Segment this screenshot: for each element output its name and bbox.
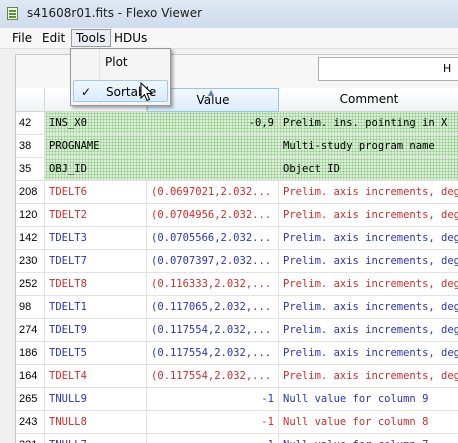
table-row[interactable]: 265 TNULL9 -1 Null value for column 9 <box>16 388 458 411</box>
value-cell[interactable]: (0.116333,2.032,... <box>147 273 279 295</box>
value-cell[interactable]: (0.117065,2.032,... <box>147 296 279 318</box>
comment-cell[interactable]: Prelim. axis increments, deg <box>279 273 458 295</box>
header-comment[interactable]: Comment <box>279 88 458 112</box>
value-cell[interactable]: (0.117554,2.032,... <box>147 342 279 364</box>
row-number-cell[interactable]: 38 <box>16 135 45 157</box>
comment-cell[interactable]: Null value for column 8 <box>279 411 458 433</box>
value-cell[interactable] <box>147 158 279 180</box>
row-number-cell[interactable]: 164 <box>16 365 45 387</box>
header-comment-label: Comment <box>339 92 399 106</box>
row-number-cell[interactable]: 186 <box>16 342 45 364</box>
comment-cell[interactable]: Prelim. axis increments, deg <box>279 250 458 272</box>
value-cell[interactable]: -1 <box>147 434 279 443</box>
value-cell[interactable]: -0,9 <box>147 112 279 134</box>
table-row[interactable]: 42 INS_X0 -0,9 Prelim. ins. pointing in X <box>16 112 458 135</box>
row-number-cell[interactable]: 142 <box>16 227 45 249</box>
table-row[interactable]: 221TNULL7-1Null value for column 7 <box>16 434 458 443</box>
value-cell[interactable]: -1 <box>147 411 279 433</box>
table-row[interactable]: 120 TDELT2 (0.0704956,2.032... Prelim. axis… <box>16 204 458 227</box>
comment-cell[interactable]: Prelim. ins. pointing in X <box>279 112 458 134</box>
value-cell[interactable] <box>147 135 279 157</box>
key-cell[interactable]: TDELT4 <box>45 365 147 387</box>
comment-cell[interactable]: Prelim. axis increments, deg <box>279 296 458 318</box>
comment-cell[interactable]: Prelim. axis increments, deg <box>279 204 458 226</box>
key-cell[interactable]: TDELT5 <box>45 342 147 364</box>
row-number-cell[interactable]: 265 <box>16 388 45 410</box>
spreadsheet-icon <box>7 7 18 20</box>
menu-bar: File Edit Tools HDUs <box>0 28 458 49</box>
menu-item-plot[interactable]: Plot <box>73 51 168 73</box>
key-cell[interactable]: OBJ_ID <box>45 158 147 180</box>
menu-item-plot-label: Plot <box>105 55 128 69</box>
comment-cell[interactable]: Prelim. axis increments, deg <box>279 227 458 249</box>
comment-cell[interactable]: Null value for column 9 <box>279 388 458 410</box>
table-row[interactable]: 186 TDELT5 (0.117554,2.032,... Prelim. axis… <box>16 342 458 365</box>
row-number-cell[interactable]: 42 <box>16 112 45 134</box>
value-cell[interactable]: (0.0704956,2.032... <box>147 204 279 226</box>
value-cell[interactable]: -1 <box>147 388 279 410</box>
row-number-cell[interactable]: 35 <box>16 158 45 180</box>
table-row[interactable]: 252 TDELT8 (0.116333,2.032,... Prelim. axis… <box>16 273 458 296</box>
table-row[interactable]: 98 TDELT1 (0.117065,2.032,... Prelim. axis … <box>16 296 458 319</box>
menu-file[interactable]: File <box>8 30 36 46</box>
table-row[interactable]: 142 TDELT3 (0.0705566,2.032... Prelim. axis… <box>16 227 458 250</box>
value-cell[interactable]: (0.0707397,2.032... <box>147 250 279 272</box>
checkmark-icon: ✓ <box>81 85 92 99</box>
comment-cell[interactable]: Prelim. axis increments, deg <box>279 319 458 341</box>
menu-hdus[interactable]: HDUs <box>110 30 151 46</box>
comment-cell[interactable]: Object ID <box>279 158 458 180</box>
table-row[interactable]: 208 TDELT6 (0.0697021,2.032... Prelim. axis… <box>16 181 458 204</box>
search-input[interactable]: H <box>318 57 458 81</box>
key-cell[interactable]: TDELT9 <box>45 319 147 341</box>
sort-ascending-icon: ▲ <box>208 88 215 97</box>
value-cell[interactable]: (0.0697021,2.032... <box>147 181 279 203</box>
table-row[interactable]: 38 PROGNAME Multi-study program name <box>16 135 458 158</box>
key-cell[interactable]: TDELT8 <box>45 273 147 295</box>
title-bar: s41608r01.fits - Flexo Viewer <box>0 0 458 29</box>
comment-cell[interactable]: Multi-study program name <box>279 135 458 157</box>
comment-cell[interactable]: Prelim. axis increments, deg <box>279 181 458 203</box>
value-cell[interactable]: (0.0705566,2.032... <box>147 227 279 249</box>
menu-edit[interactable]: Edit <box>38 30 69 46</box>
table-row[interactable]: 164 TDELT4 (0.117554,2.032,... Prelim. axis… <box>16 365 458 388</box>
comment-cell[interactable]: Null value for column 7 <box>279 434 458 443</box>
key-cell[interactable]: TDELT3 <box>45 227 147 249</box>
row-number-cell[interactable]: 221 <box>16 434 45 443</box>
comment-cell[interactable]: Prelim. axis increments, deg <box>279 365 458 387</box>
table-row[interactable]: 230 TDELT7 (0.0707397,2.032... Prelim. axis… <box>16 250 458 273</box>
value-cell[interactable]: (0.117554,2.032,... <box>147 319 279 341</box>
row-number-cell[interactable]: 243 <box>16 411 45 433</box>
menu-tools[interactable]: Tools <box>71 29 111 47</box>
table-row[interactable]: 243 TNULL8 -1 Null value for column 8 <box>16 411 458 434</box>
key-cell[interactable]: TNULL9 <box>45 388 147 410</box>
key-cell[interactable]: TDELT2 <box>45 204 147 226</box>
table-row[interactable]: 35 OBJ_ID Object ID <box>16 158 458 181</box>
row-number-cell[interactable]: 120 <box>16 204 45 226</box>
row-number-cell[interactable]: 98 <box>16 296 45 318</box>
key-cell[interactable]: INS_X0 <box>45 112 147 134</box>
mouse-cursor-icon <box>140 82 154 102</box>
keyword-table: ▲ Value Comment 42 INS_X0 -0,9 Prelim. ins.… <box>15 88 458 443</box>
key-cell[interactable]: TDELT1 <box>45 296 147 318</box>
row-number-cell[interactable]: 274 <box>16 319 45 341</box>
row-number-cell[interactable]: 230 <box>16 250 45 272</box>
window-title: s41608r01.fits - Flexo Viewer <box>27 6 203 20</box>
key-cell[interactable]: PROGNAME <box>45 135 147 157</box>
key-cell[interactable]: TNULL7 <box>45 434 147 443</box>
row-number-cell[interactable]: 208 <box>16 181 45 203</box>
key-cell[interactable]: TDELT7 <box>45 250 147 272</box>
key-cell[interactable]: TDELT6 <box>45 181 147 203</box>
comment-cell[interactable]: Prelim. axis increments, deg <box>279 342 458 364</box>
table-row[interactable]: 274 TDELT9 (0.117554,2.032,... Prelim. axis… <box>16 319 458 342</box>
key-cell[interactable]: TNULL8 <box>45 411 147 433</box>
value-cell[interactable]: (0.117554,2.032,... <box>147 365 279 387</box>
header-row-number[interactable] <box>16 88 45 112</box>
row-number-cell[interactable]: 252 <box>16 273 45 295</box>
